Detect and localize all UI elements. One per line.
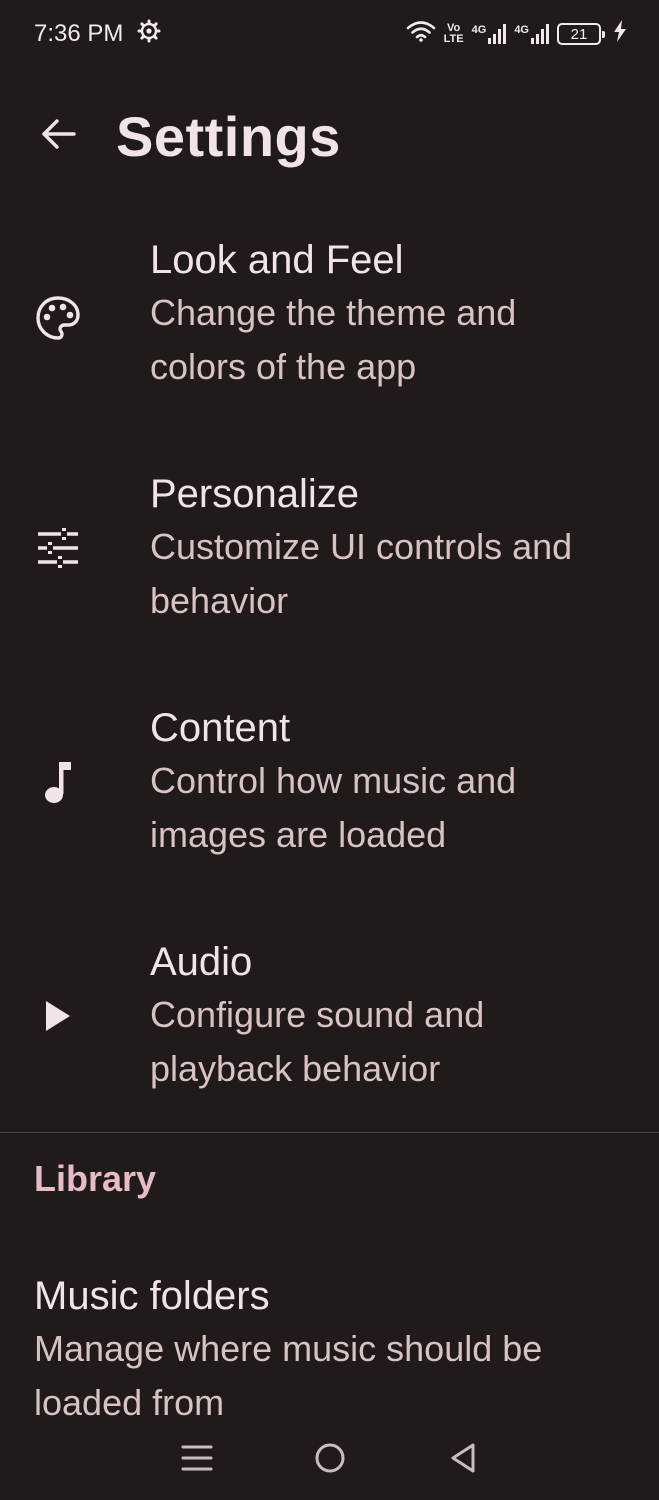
palette-icon <box>30 290 86 346</box>
play-icon <box>30 988 86 1044</box>
signal-bars-2-icon <box>531 24 549 44</box>
back-button[interactable] <box>18 96 98 176</box>
menu-lines-icon <box>181 1444 213 1477</box>
back-triangle-icon <box>449 1442 477 1479</box>
setting-title: Music folders <box>34 1274 270 1318</box>
network-type-1: 4G <box>471 24 487 36</box>
section-divider <box>0 1132 659 1133</box>
setting-subtitle: Change the theme and colors of the app <box>150 292 517 387</box>
setting-content[interactable]: Content Control how music and images are… <box>0 702 659 872</box>
network-type-2: 4G <box>514 24 529 36</box>
home-button[interactable] <box>300 1430 360 1490</box>
setting-title: Audio <box>150 940 253 984</box>
music-note-icon <box>30 754 86 810</box>
top-app-bar: Settings <box>0 88 659 184</box>
home-circle-icon <box>314 1442 346 1479</box>
wifi-icon <box>406 20 436 49</box>
arrow-back-icon <box>38 114 78 159</box>
recents-button[interactable] <box>167 1430 227 1490</box>
setting-look-and-feel[interactable]: Look and Feel Change the theme and color… <box>0 234 659 404</box>
nav-back-button[interactable] <box>433 1430 493 1490</box>
signal-1: 4G <box>472 24 507 44</box>
signal-2: 4G <box>514 24 549 44</box>
setting-personalize[interactable]: Personalize Customize UI controls and be… <box>0 468 659 638</box>
volte-indicator: Vo LTE <box>444 23 464 45</box>
setting-audio[interactable]: Audio Configure sound and playback behav… <box>0 936 659 1106</box>
tune-icon <box>30 520 86 576</box>
setting-music-folders[interactable]: Music folders Manage where music should … <box>34 1270 619 1430</box>
setting-title: Look and Feel <box>150 238 404 282</box>
settings-gear-icon <box>137 19 161 50</box>
setting-title: Personalize <box>150 472 360 516</box>
page-title: Settings <box>116 104 341 168</box>
setting-subtitle: Configure sound and playback behavior <box>150 994 485 1089</box>
signal-bars-1-icon <box>488 24 507 44</box>
status-bar: 7:36 PM Vo LTE 4G 4G 21 <box>0 0 659 68</box>
volte-bottom-label: LTE <box>443 33 464 45</box>
setting-subtitle: Control how music and images are loaded <box>150 760 517 855</box>
setting-subtitle: Manage where music should be loaded from <box>34 1328 543 1423</box>
charging-bolt-icon <box>613 19 627 49</box>
battery-icon: 21 <box>557 23 605 45</box>
setting-title: Content <box>150 706 291 750</box>
battery-level: 21 <box>570 25 588 43</box>
status-time: 7:36 PM <box>34 20 124 47</box>
system-nav-bar <box>0 1420 659 1500</box>
section-header-library: Library <box>34 1158 157 1199</box>
settings-screen: 7:36 PM Vo LTE 4G 4G 21 Settings Look an… <box>0 0 659 1500</box>
setting-subtitle: Customize UI controls and behavior <box>150 526 573 621</box>
